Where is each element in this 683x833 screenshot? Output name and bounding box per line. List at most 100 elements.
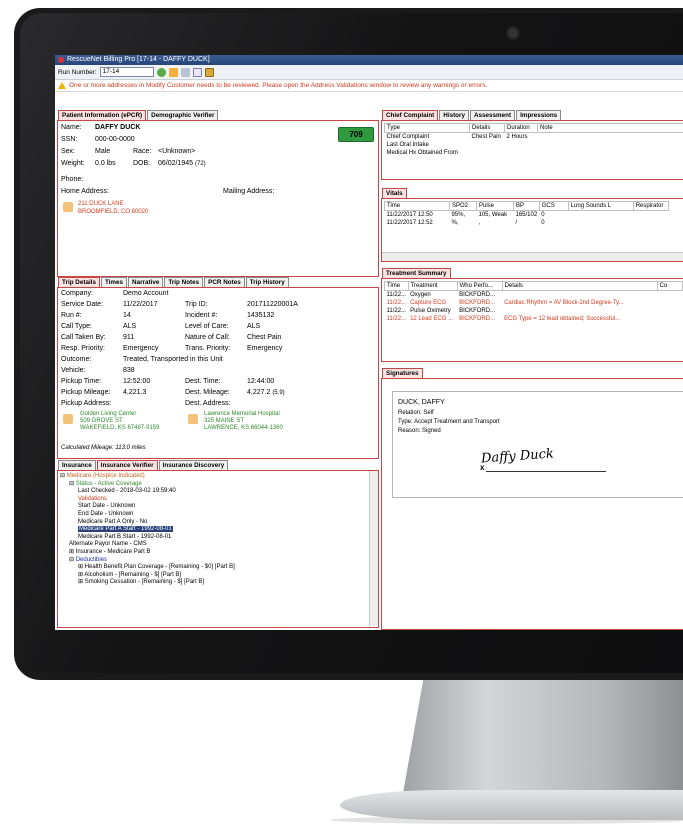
table-cell: Chest Pain	[471, 134, 501, 140]
tab-trip-history[interactable]: Trip History	[245, 277, 289, 287]
table-cell: 11/22...	[386, 292, 407, 298]
expand-icon[interactable]: ⊞	[78, 579, 85, 585]
tree-node-label: End Date - Unknown	[78, 510, 134, 517]
column-header[interactable]: Details	[469, 123, 505, 133]
dest-map-icon[interactable]	[188, 414, 198, 424]
column-header[interactable]: Pulse	[476, 201, 514, 211]
tree-node[interactable]: ⊟ Status - Active Coverage	[60, 481, 235, 489]
tree-node[interactable]: ⊟ Deductibles	[60, 557, 235, 565]
insurance-scrollbar[interactable]	[369, 471, 378, 626]
tab-impressions[interactable]: Impressions	[516, 110, 562, 120]
folder-icon[interactable]	[168, 67, 178, 77]
tree-node[interactable]: ⊞ Smoking Cessation - [Remaining - $] [P…	[60, 579, 235, 587]
column-header[interactable]: Details	[501, 281, 658, 291]
sex-label: Sex:	[61, 148, 76, 155]
table-row[interactable]: 11/22... 12 Lead ECG ... BICKFORD... ECG Ty…	[385, 315, 683, 323]
tab-assessment[interactable]: Assessment	[469, 110, 516, 120]
name-label: Name:	[61, 124, 82, 131]
address-map-icon[interactable]	[63, 202, 73, 212]
tab-narrative[interactable]: Narrative	[128, 277, 164, 287]
column-header[interactable]: Treatment	[407, 281, 458, 291]
signature-card[interactable]: DUCK, DAFFY Relation: Self Type: Accept …	[392, 391, 683, 498]
table-row[interactable]: Medical Hx Obtained From	[385, 149, 683, 157]
tab-trip-notes[interactable]: Trip Notes	[164, 277, 204, 287]
run-number-input[interactable]: 17-14	[99, 67, 154, 77]
home-address-label: Home Address:	[61, 188, 109, 195]
level-of-care-value: ALS	[247, 323, 261, 330]
column-header[interactable]: SPO2	[449, 201, 477, 211]
dest-address-line3: LAWRENCE, KS 66044-1360	[204, 425, 283, 431]
table-row[interactable]: Last Oral Intake	[385, 141, 683, 149]
table-row[interactable]: 11/22/2017 12:50 95%, 105, Weak 165/102 0	[385, 211, 669, 220]
table-row[interactable]: 11/22/2017 12:52%,, / 0	[385, 219, 669, 227]
tab-vitals[interactable]: Vitals	[382, 188, 407, 198]
table-cell: Oxygen	[410, 292, 431, 298]
column-header[interactable]: Type	[384, 123, 470, 133]
tab-chief-complaint[interactable]: Chief Complaint	[382, 110, 439, 120]
pickup-map-icon[interactable]	[63, 414, 73, 424]
tab-trip-details[interactable]: Trip Details	[58, 277, 100, 287]
tab-pcr-notes[interactable]: PCR Notes	[204, 277, 245, 287]
tree-node[interactable]: ⊞ Insurance - Medicare Part B	[60, 549, 235, 557]
tree-node[interactable]: Start Date - Unknown	[60, 503, 235, 511]
warning-text[interactable]: One or more addresses in Modify Customer…	[69, 80, 487, 91]
ssn-label: SSN:	[61, 136, 78, 143]
tree-node[interactable]: ⊟ Medicare (Hospice Indicated)	[60, 473, 235, 481]
pickup-time-value: 12:52:00	[123, 378, 151, 385]
column-header[interactable]: Co	[656, 281, 683, 291]
incident-label: Incident #:	[185, 312, 218, 319]
collapse-icon[interactable]: ⊟	[69, 481, 76, 487]
tree-node[interactable]: Last Checked - 2018-03-02 19:59:40	[60, 488, 235, 496]
column-header[interactable]: Time	[384, 201, 450, 211]
table-cell: 95%,	[451, 212, 466, 218]
tree-node[interactable]: End Date - Unknown	[60, 511, 235, 519]
table-row[interactable]: 11/22... Oxygen BICKFORD...	[385, 291, 683, 300]
tab-times[interactable]: Times	[100, 277, 128, 287]
pickup-mileage-label: Pickup Mileage:	[61, 389, 111, 396]
treatment-tabs: Treatment Summary	[382, 268, 452, 278]
column-header[interactable]: BP	[513, 201, 540, 211]
column-header[interactable]: Note	[537, 123, 683, 133]
expand-icon[interactable]: ⊞	[69, 549, 76, 555]
window-title: RescueNet Billing Pro [17-14 - DAFFY DUC…	[67, 56, 210, 63]
tab-signatures[interactable]: Signatures	[382, 368, 423, 378]
link-icon[interactable]	[180, 67, 190, 77]
column-header[interactable]: Lung Sounds L	[567, 201, 634, 211]
column-header[interactable]: Respirator	[632, 201, 669, 211]
collapse-icon[interactable]: ⊟	[69, 557, 76, 563]
tab-insurance[interactable]: Insurance	[58, 460, 96, 470]
column-header[interactable]: Time	[384, 281, 409, 291]
call-taken-by-value: 911	[123, 334, 135, 341]
column-header[interactable]: Who Perfo...	[456, 281, 503, 291]
tab-history[interactable]: History	[439, 110, 469, 120]
tree-node[interactable]: Medicare Part A Only - No	[60, 519, 235, 527]
tree-node[interactable]: Medicare Part A Start - 1992-08-01	[60, 526, 235, 534]
notes-icon[interactable]	[204, 67, 214, 77]
phone-label: Phone:	[61, 176, 84, 183]
table-row[interactable]: Chief Complaint Chest Pain 2 Hours	[385, 133, 683, 142]
refresh-icon[interactable]	[156, 67, 166, 77]
expand-icon[interactable]: ⊞	[78, 564, 85, 570]
tree-node[interactable]: Alternate Payor Name - CMS	[60, 541, 235, 549]
tree-node[interactable]: Validations	[60, 496, 235, 504]
table-cell: ,	[478, 220, 481, 226]
table-cell	[538, 149, 683, 157]
table-row[interactable]: 11/22... Pulse Oximetry BICKFORD...	[385, 307, 683, 315]
tab-treatment-summary[interactable]: Treatment Summary	[382, 268, 451, 278]
tree-node[interactable]: ⊞ Health Benefit Plan Coverage - [Remain…	[60, 564, 235, 572]
document-icon[interactable]	[192, 67, 202, 77]
vitals-scrollbar[interactable]	[382, 252, 683, 261]
column-header[interactable]: Duration	[504, 123, 538, 133]
table-row[interactable]: 11/22... Capture ECG BICKFORD... Cardiac Rh…	[385, 299, 683, 307]
toolbar: Run Number: 17-14	[55, 65, 683, 80]
tab-patient-information[interactable]: Patient Information (ePCR)	[58, 110, 147, 120]
tab-insurance-discovery[interactable]: Insurance Discovery	[158, 460, 229, 470]
tab-insurance-verifier[interactable]: Insurance Verifier	[96, 460, 158, 470]
tab-demographic-verifier[interactable]: Demographic Verifier	[147, 110, 219, 120]
table-cell: BICKFORD...	[459, 308, 496, 314]
tree-node[interactable]: ⊞ Alcoholism - [Remaining - $] [Part B]	[60, 572, 235, 580]
tree-node-label: Medicare Part B Start - 1992-08-01	[78, 533, 172, 540]
tree-node[interactable]: Medicare Part B Start - 1992-08-01	[60, 534, 235, 542]
collapse-icon[interactable]: ⊟	[60, 473, 67, 479]
column-header[interactable]: GCS	[538, 201, 569, 211]
